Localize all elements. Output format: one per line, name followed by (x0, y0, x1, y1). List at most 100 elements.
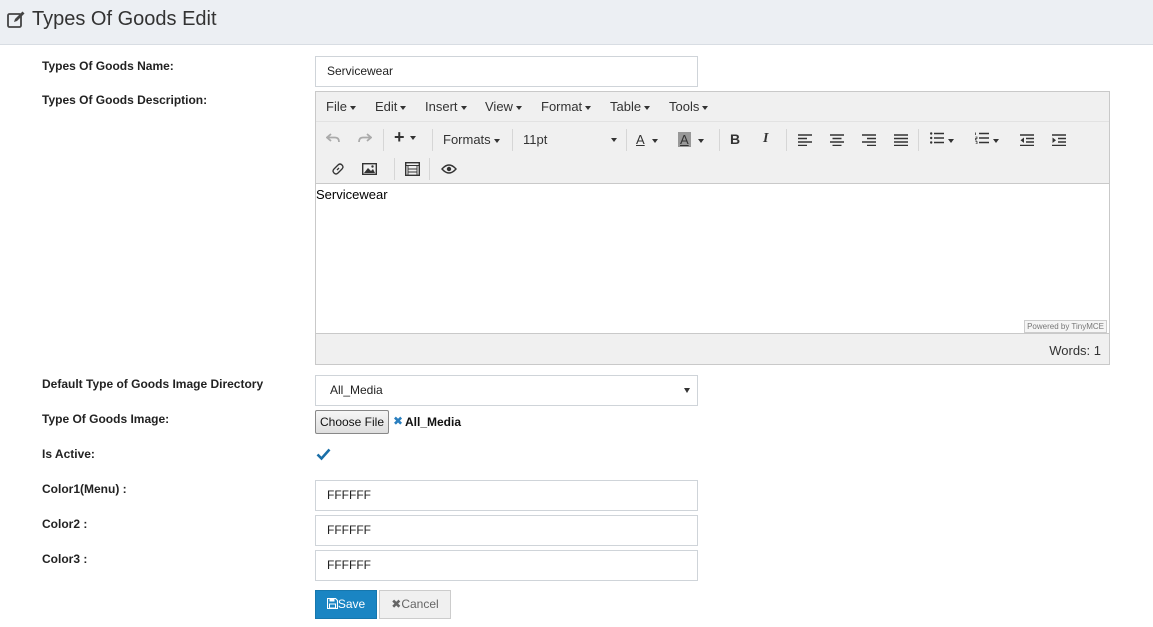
font-size-label: 11pt (523, 132, 548, 147)
menu-edit[interactable]: Edit (375, 99, 407, 114)
toolbar-divider (786, 129, 787, 151)
is-active-checkbox[interactable] (316, 447, 331, 462)
editor-toolbar: + Formats 11pt A A B I (316, 122, 1109, 184)
chevron-down-icon (684, 388, 690, 393)
choose-file-button[interactable]: Choose File (315, 410, 389, 434)
image-label: Type Of Goods Image: (42, 412, 170, 426)
image-icon[interactable] (362, 163, 377, 175)
chevron-down-icon (702, 105, 709, 110)
chevron-down-icon (409, 136, 416, 141)
active-label: Is Active: (42, 447, 95, 461)
menu-tools[interactable]: Tools (669, 99, 709, 114)
toolbar-divider (512, 129, 513, 151)
rich-text-editor: File Edit Insert View Format Table Tools… (315, 91, 1110, 365)
directory-label: Default Type of Goods Image Directory (42, 377, 264, 391)
menu-format[interactable]: Format (541, 99, 592, 114)
color2-label: Color2 : (42, 517, 88, 531)
chevron-down-icon (460, 105, 467, 110)
chevron-down-icon (644, 105, 651, 110)
undo-icon[interactable] (326, 132, 340, 144)
menu-insert-label: Insert (425, 99, 458, 114)
close-icon: ✖ (391, 597, 402, 611)
chevron-down-icon (947, 138, 954, 143)
align-center-icon[interactable] (830, 134, 844, 146)
toolbar-divider (626, 129, 627, 151)
color3-input[interactable]: FFFFFF (315, 550, 698, 581)
chevron-down-icon (697, 138, 704, 143)
numbered-list-icon (975, 132, 989, 145)
text-color-button[interactable]: A (636, 132, 658, 147)
preview-icon[interactable] (441, 164, 457, 174)
save-label: Save (337, 597, 366, 611)
menu-file-label: File (326, 99, 347, 114)
plus-icon: + (394, 127, 405, 147)
menu-table-label: Table (610, 99, 642, 114)
editor-statusbar: Words: 1 (316, 333, 1109, 364)
editor-menubar: File Edit Insert View Format Table Tools (316, 92, 1109, 122)
chevron-down-icon (651, 138, 658, 143)
editor-content-text: Servicewear (316, 187, 388, 202)
toolbar-divider (383, 129, 384, 151)
italic-icon[interactable]: I (763, 131, 768, 147)
toolbar-divider (918, 129, 919, 151)
save-button[interactable]: Save (315, 590, 377, 619)
insert-plus-button[interactable]: + (394, 127, 416, 148)
edit-icon (7, 11, 25, 28)
bg-color-icon: A (678, 132, 691, 147)
link-icon[interactable] (331, 162, 345, 176)
file-name: All_Media (405, 415, 462, 429)
color1-label: Color1(Menu) : (42, 482, 127, 496)
name-label: Types Of Goods Name: (42, 59, 174, 73)
toolbar-divider (394, 158, 395, 180)
page-header: Types Of Goods Edit (0, 0, 1153, 45)
numbered-list-button[interactable] (975, 132, 999, 147)
formats-label: Formats (443, 132, 491, 147)
bg-color-button[interactable]: A (678, 132, 704, 147)
powered-by-badge[interactable]: Powered by TinyMCE (1024, 320, 1107, 333)
page-title: Types Of Goods Edit (32, 8, 217, 30)
menu-view[interactable]: View (485, 99, 522, 114)
color3-label: Color3 : (42, 552, 88, 566)
directory-selected-value: All_Media (330, 383, 383, 397)
toolbar-divider (429, 158, 430, 180)
menu-file[interactable]: File (326, 99, 356, 114)
menu-view-label: View (485, 99, 513, 114)
menu-table[interactable]: Table (610, 99, 651, 114)
color1-input[interactable]: FFFFFF (315, 480, 698, 511)
bold-icon[interactable]: B (730, 131, 740, 147)
bullet-list-icon (930, 132, 944, 144)
name-input[interactable]: Servicewear (315, 56, 698, 87)
align-left-icon[interactable] (798, 134, 812, 146)
formats-dropdown[interactable]: Formats (443, 132, 501, 147)
media-icon[interactable] (405, 162, 420, 176)
align-justify-icon[interactable] (894, 134, 908, 146)
color2-input[interactable]: FFFFFF (315, 515, 698, 546)
remove-file-icon[interactable]: ✖ (393, 414, 403, 428)
chevron-down-icon (494, 138, 501, 143)
text-color-icon: A (636, 132, 645, 147)
chevron-down-icon (611, 138, 617, 142)
chevron-down-icon (400, 105, 407, 110)
description-label: Types Of Goods Description: (42, 93, 208, 107)
menu-edit-label: Edit (375, 99, 398, 114)
toolbar-divider (719, 129, 720, 151)
menu-format-label: Format (541, 99, 583, 114)
directory-select[interactable]: All_Media (315, 375, 698, 406)
align-right-icon[interactable] (862, 134, 876, 146)
menu-tools-label: Tools (669, 99, 700, 114)
indent-icon[interactable] (1052, 134, 1066, 146)
bullet-list-button[interactable] (930, 132, 954, 147)
font-size-dropdown[interactable]: 11pt (523, 132, 617, 147)
cancel-label: Cancel (401, 597, 439, 611)
chevron-down-icon (585, 105, 592, 110)
redo-icon[interactable] (358, 132, 372, 144)
editor-content-area[interactable]: Servicewear Powered by TinyMCE (316, 185, 1109, 333)
word-count: Words: 1 (1049, 343, 1101, 358)
chevron-down-icon (515, 105, 522, 110)
cancel-button[interactable]: ✖Cancel (379, 590, 451, 619)
outdent-icon[interactable] (1020, 134, 1034, 146)
chevron-down-icon (349, 105, 356, 110)
toolbar-divider (432, 129, 433, 151)
menu-insert[interactable]: Insert (425, 99, 467, 114)
floppy-disk-icon (326, 597, 338, 610)
